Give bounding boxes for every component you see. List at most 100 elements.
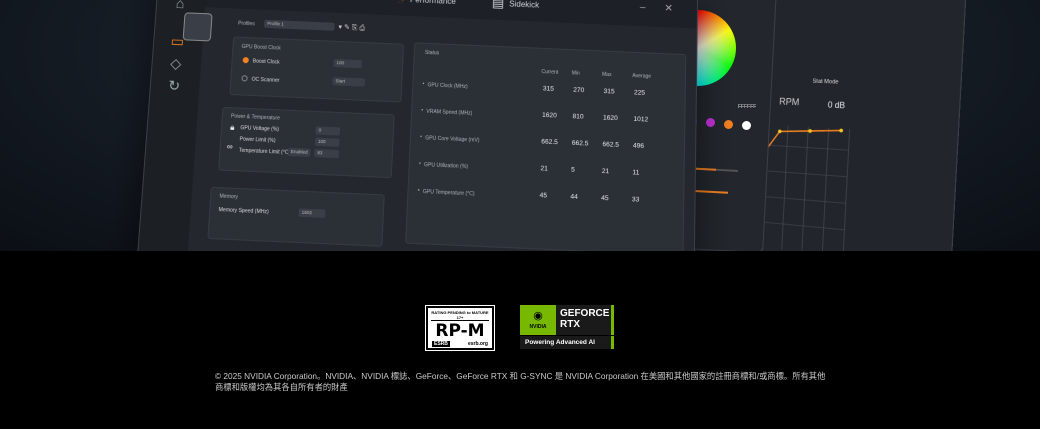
nvidia-geforce-rtx-logo: ◉ NVIDIA GEFORCE RTX Powering Advanced A… [520, 305, 614, 349]
memory-speed-input[interactable]: 1602 [298, 208, 326, 218]
tagline-text: Powering Advanced AI [520, 336, 614, 349]
lock-icon[interactable]: 🔒︎ [230, 123, 235, 133]
sidekick-icon: ▤ [491, 0, 505, 11]
rtx-text: RTX [560, 319, 580, 330]
temp-limit-label: Temperature Limit (°C) [238, 147, 291, 157]
esrb-rating-logo: RATING PENDING to MATURE 17+ RP-M ESRB e… [425, 305, 495, 351]
status-panel: Status Current Min Max Average GPU Clock (M… [405, 42, 687, 251]
oc-scanner-label: OC Scanner [251, 76, 280, 84]
performance-module-icon[interactable] [182, 12, 213, 42]
gpu-boost-panel: GPU Boost Clock Boost Clock 100 OC Scann… [229, 36, 405, 103]
home-icon[interactable]: ⌂ [171, 0, 190, 12]
status-row-label: GPU Core Voltage (mV) [425, 135, 480, 144]
software-screenshot: Stat Mode RPM 0 dB FFFFFF ⌂▭◇↻ ✦RGB Fusi… [0, 0, 1040, 251]
status-value: 44 [570, 193, 578, 201]
power-temp-title: Power & Temperature [230, 113, 281, 122]
link-icon[interactable]: ∞ [227, 142, 233, 152]
gpu-boost-title: GPU Boost Clock [241, 43, 281, 52]
profile-tools-icons[interactable]: ▾ ✎ ⎘ ⎙ [338, 23, 365, 33]
profile-select[interactable]: Profile 1 [263, 19, 335, 31]
enabled-toggle[interactable]: Enabled [287, 147, 311, 157]
status-row-label: GPU Utilization (%) [423, 161, 469, 171]
memory-title: Memory [219, 193, 239, 201]
oc-scanner-radio[interactable] [241, 75, 248, 82]
status-column-header: Min [571, 70, 580, 77]
status-row-label: VRAM Speed (MHz) [426, 108, 473, 117]
status-value: 1012 [633, 115, 649, 124]
status-value: 496 [632, 142, 645, 151]
esrb-right-text: esrb.org [467, 341, 488, 347]
gigabyte-control-center-window: ⌂▭◇↻ ✦RGB Fusion✇FAN Control◔Performance… [135, 0, 699, 251]
tab-sidekick[interactable]: ▤ Sidekick [492, 0, 540, 13]
boost-clock-radio[interactable] [242, 56, 249, 64]
status-bullet-icon: • [420, 134, 423, 141]
window-controls[interactable]: – ✕ [640, 2, 681, 15]
nvidia-eye-icon: ◉ [533, 309, 543, 322]
geforce-text: GEFORCE [560, 308, 610, 319]
status-value: 225 [633, 89, 646, 97]
status-row-label: GPU Clock (MHz) [427, 82, 468, 91]
stat-mode-label: Stat Mode [812, 78, 839, 86]
hex-value: FFFFFF [738, 104, 757, 110]
status-column-header: Max [601, 71, 612, 79]
status-value: 270 [573, 86, 585, 95]
fan-icon: ✇ [301, 0, 313, 3]
rpm-label: RPM [779, 96, 800, 108]
status-columns: Current Min Max Average [415, 43, 685, 80]
status-value: 11 [632, 169, 640, 177]
gpu-voltage-input[interactable]: 0 [315, 126, 341, 136]
nvidia-eye-mark: ◉ NVIDIA [520, 305, 556, 335]
tab-label: FAN Control [317, 0, 361, 1]
status-value: 315 [542, 85, 554, 93]
boost-clock-label: Boost Clock [252, 58, 280, 66]
esrb-left-text: ESRB [432, 341, 450, 347]
profiles-label: Profiles [237, 20, 256, 28]
status-value: 662.5 [602, 140, 620, 149]
status-bullet-icon: • [418, 160, 421, 168]
status-title: Status [424, 49, 440, 57]
status-row-label: GPU Temperature (°C) [422, 188, 475, 198]
status-value: 33 [631, 196, 640, 204]
tab-rgb-fusion[interactable]: ✦RGB Fusion [206, 0, 266, 1]
status-value: 315 [603, 87, 615, 96]
status-value: 662.5 [571, 139, 589, 148]
color-swatch[interactable] [742, 120, 751, 130]
legal-notice: © 2025 NVIDIA Corporation。NVIDIA、NVIDIA … [215, 371, 826, 392]
refresh-icon[interactable]: ↻ [164, 76, 184, 95]
temp-limit-input[interactable]: 83 [314, 148, 339, 159]
status-value: 45 [539, 191, 548, 200]
status-bullet-icon: • [417, 187, 420, 194]
color-swatch[interactable] [724, 119, 733, 129]
status-value: 1620 [541, 111, 557, 120]
status-value: 21 [601, 167, 610, 176]
status-value: 21 [540, 165, 548, 173]
memory-speed-label: Memory Speed (MHz) [218, 206, 269, 216]
tab-label: Performance [409, 0, 457, 6]
status-bullet-icon: • [422, 81, 425, 88]
power-temp-panel: Power & Temperature 🔒︎ GPU Voltage (%) 0… [218, 106, 395, 179]
status-column-header: Average [632, 72, 652, 80]
tab-fan-control[interactable]: ✇ FAN Control [301, 0, 361, 5]
status-bullet-icon: • [421, 107, 424, 114]
fan-curve [765, 127, 841, 156]
status-value: 810 [572, 113, 584, 121]
esrb-top-text: RATING PENDING to MATURE 17+ [431, 310, 489, 321]
hero-banner: Stat Mode RPM 0 dB FFFFFF ⌂▭◇↻ ✦RGB Fusi… [0, 0, 1040, 251]
power-limit-input[interactable]: 100 [314, 137, 340, 147]
status-value: 5 [571, 166, 575, 174]
status-value: 1620 [602, 114, 618, 123]
status-rows: GPU Clock (MHz) • 315 270 315 225 VRAM Speed (… [415, 43, 685, 204]
tab-performance[interactable]: ◔Performance [397, 0, 456, 9]
nvidia-wordmark: NVIDIA [529, 323, 547, 330]
db-label: 0 dB [827, 100, 846, 111]
memory-panel: Memory Memory Speed (MHz) 1602 [207, 186, 385, 247]
oc-scanner-start-button[interactable]: Start [332, 77, 366, 87]
esrb-main-text: RP-M [435, 321, 485, 341]
power-limit-label: Power Limit (%) [239, 136, 276, 145]
status-column-header: Current [541, 69, 559, 76]
status-value: 662.5 [541, 138, 558, 147]
status-value: 45 [601, 194, 609, 203]
performance-icon: ◔ [397, 0, 406, 6]
boost-clock-input[interactable]: 100 [333, 58, 362, 69]
tag-icon[interactable]: ◇ [166, 54, 185, 73]
